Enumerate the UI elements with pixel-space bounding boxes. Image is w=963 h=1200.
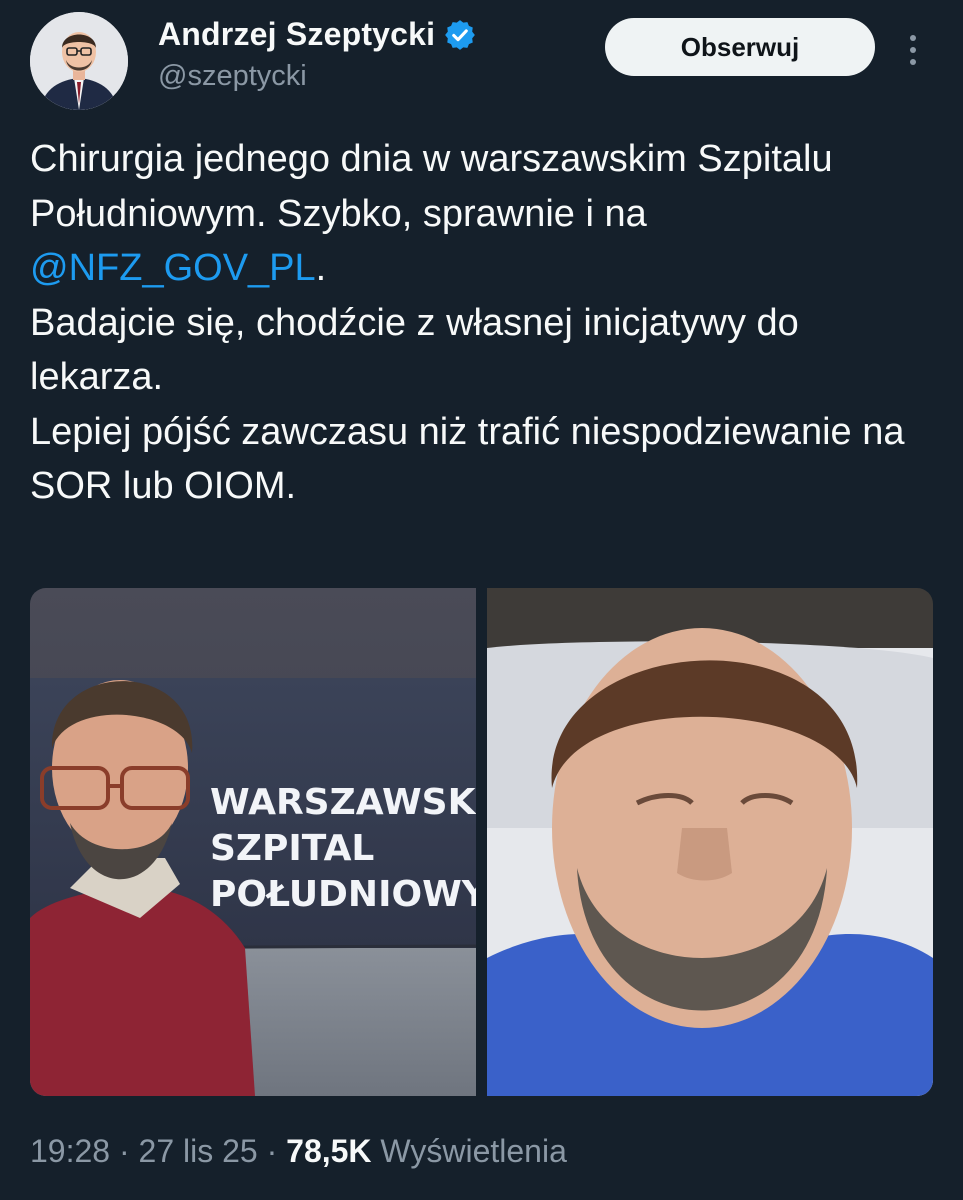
tweet-meta: 19:28 · 27 lis 25 · 78,5K Wyświetlenia — [30, 1133, 567, 1170]
mention-link[interactable]: @NFZ_GOV_PL — [30, 247, 316, 289]
views-label: Wyświetlenia — [380, 1133, 567, 1169]
verified-badge-icon — [445, 19, 476, 50]
avatar[interactable] — [30, 12, 128, 110]
tweet-date[interactable]: 27 lis 25 — [139, 1133, 258, 1169]
avatar-image — [30, 12, 128, 110]
tweet-time[interactable]: 19:28 — [30, 1133, 110, 1169]
tweet-text-part: . — [315, 247, 327, 289]
tweet-photo-left[interactable]: WARSZAWSKI SZPITAL POŁUDNIOWY — [30, 588, 476, 1096]
views-count: 78,5K — [286, 1133, 372, 1169]
author-name[interactable]: Andrzej Szeptycki — [158, 16, 435, 53]
hospital-sign-photo: WARSZAWSKI SZPITAL POŁUDNIOWY — [30, 588, 476, 1096]
tweet-photo-right[interactable] — [487, 588, 933, 1096]
meta-separator: · — [257, 1133, 287, 1169]
sign-line-3: POŁUDNIOWY — [210, 874, 476, 915]
tweet-text: Chirurgia jednego dnia w warszawskim Szp… — [30, 132, 930, 514]
sign-line-2: SZPITAL — [210, 828, 374, 869]
tweet-paragraph-1: Chirurgia jednego dnia w warszawskim Szp… — [30, 132, 930, 296]
meta-separator: · — [110, 1133, 139, 1169]
more-vertical-icon[interactable] — [901, 30, 925, 70]
sign-line-1: WARSZAWSKI — [210, 782, 476, 823]
author-name-row[interactable]: Andrzej Szeptycki — [158, 16, 477, 53]
tweet-paragraph-3: Lepiej pójść zawczasu niż trafić niespod… — [30, 410, 905, 508]
hospital-bed-selfie-photo — [487, 588, 933, 1096]
tweet-paragraph-2: Badajcie się, chodźcie z własnej inicjat… — [30, 301, 799, 399]
tweet-text-part: Chirurgia jednego dnia w warszawskim Szp… — [30, 138, 833, 235]
author-handle[interactable]: @szeptycki — [158, 60, 307, 93]
follow-button[interactable]: Obserwuj — [605, 18, 875, 76]
